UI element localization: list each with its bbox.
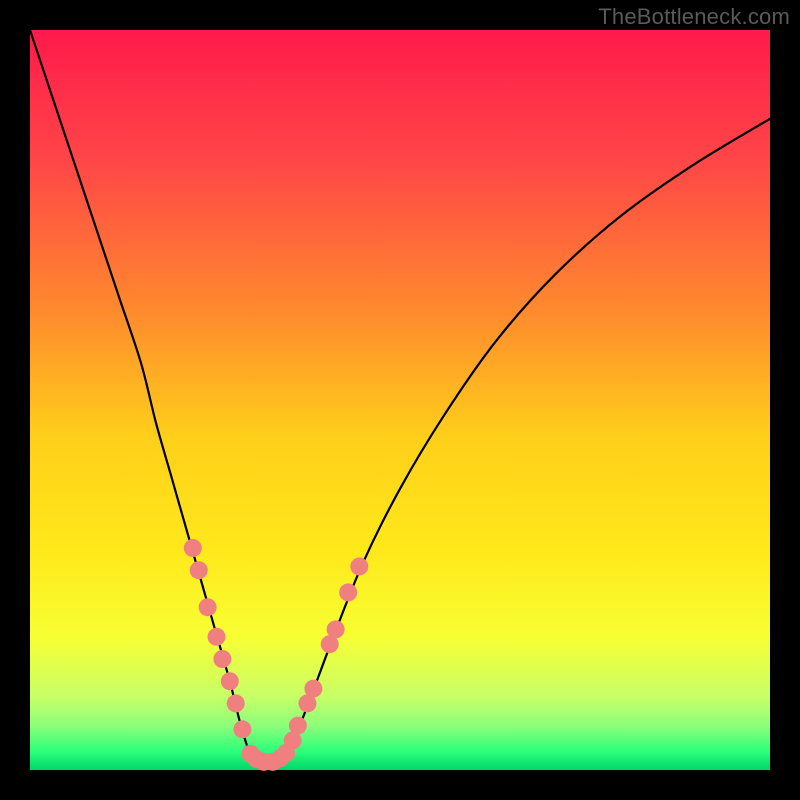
marker-valley bbox=[277, 744, 295, 762]
marker-right bbox=[304, 680, 322, 698]
marker-right bbox=[289, 717, 307, 735]
marker-right bbox=[339, 583, 357, 601]
marker-left bbox=[199, 598, 217, 616]
marker-left bbox=[213, 650, 231, 668]
marker-left bbox=[207, 628, 225, 646]
marker-left bbox=[184, 539, 202, 557]
marker-left bbox=[233, 720, 251, 738]
marker-left bbox=[221, 672, 239, 690]
bottleneck-chart bbox=[0, 0, 800, 800]
watermark-text: TheBottleneck.com bbox=[598, 4, 790, 30]
plot-background bbox=[30, 30, 770, 770]
marker-right bbox=[327, 620, 345, 638]
marker-left bbox=[190, 561, 208, 579]
marker-right bbox=[350, 558, 368, 576]
marker-left bbox=[227, 694, 245, 712]
chart-frame: TheBottleneck.com bbox=[0, 0, 800, 800]
